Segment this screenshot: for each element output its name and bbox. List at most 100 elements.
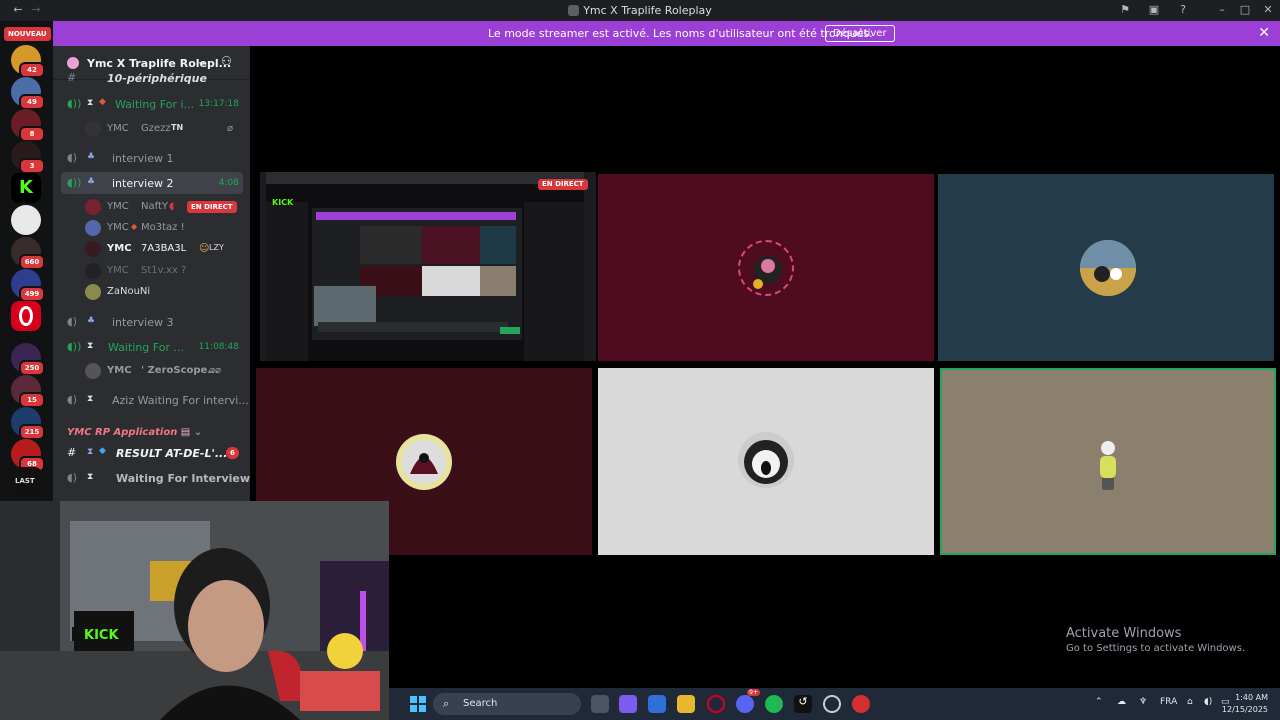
voice-member[interactable]: ZaNouNi: [83, 282, 243, 302]
chevron-up-icon[interactable]: ⌃: [1095, 697, 1103, 707]
mention-badge: 250: [19, 360, 45, 376]
minimize-icon[interactable]: –: [1214, 3, 1230, 17]
voice-member[interactable]: YMC St1v.xx ?: [83, 261, 243, 281]
avatar: [85, 284, 101, 300]
mention-badge: 215: [19, 424, 45, 440]
server-icon-3[interactable]: 8: [11, 109, 45, 142]
opera-gx-icon[interactable]: [707, 695, 725, 713]
opera-server-icon[interactable]: [11, 301, 41, 331]
invite-people-icon[interactable]: ⚇: [221, 54, 232, 68]
cloud-icon[interactable]: ☁: [1117, 697, 1126, 707]
server-icon-8[interactable]: 499: [11, 269, 45, 302]
voice-member[interactable]: YMC NaftY ◖ EN DIRECT: [83, 197, 243, 217]
video-tile-5-speaking[interactable]: [940, 368, 1276, 555]
channel-emoji-icon: ♣: [87, 177, 96, 187]
server-icon-last[interactable]: LAST: [11, 467, 41, 497]
avatar: [738, 432, 794, 488]
voice-member[interactable]: YMC Gzezz TN ⌀: [83, 119, 243, 139]
user-avatar-art: [744, 440, 788, 484]
maximize-icon[interactable]: □: [1237, 3, 1253, 17]
server-rail: NOUVEAU 42 49 8 3 K 660 499 250 15 215 6…: [0, 21, 53, 501]
task-view-icon[interactable]: [591, 695, 609, 713]
system-clock[interactable]: 1:40 AM 12/15/2025: [1222, 692, 1268, 716]
windows-start-icon[interactable]: [410, 696, 426, 712]
diamond-icon: ◆: [99, 97, 106, 107]
hourglass-icon: ⧗: [87, 98, 94, 108]
channel-emoji-icon: ♣: [87, 316, 96, 326]
hourglass-icon: ⧗: [87, 472, 94, 482]
screen-share-tile[interactable]: KICK EN DIRECT: [260, 172, 596, 361]
user-avatar-art: [1100, 441, 1116, 490]
server-icon-13[interactable]: 68: [11, 439, 45, 472]
voice-channel-icon: ◖): [67, 315, 78, 328]
windows-taskbar: ⌕ Search 9+ ↺ ⌃ ☁ ♆ FRA ⌂ ◖) ▭ 1:40 AM 1…: [389, 688, 1280, 720]
microphone-icon[interactable]: ♆: [1139, 697, 1147, 707]
server-icon-10[interactable]: 250: [11, 343, 45, 376]
flag-icon[interactable]: ⚑: [1117, 3, 1133, 17]
live-badge: EN DIRECT: [187, 201, 237, 213]
file-explorer-icon[interactable]: [677, 695, 695, 713]
opera-icon: [19, 306, 33, 326]
inbox-icon[interactable]: ▣: [1146, 3, 1162, 17]
channel-waiting-for-2[interactable]: ◖)) ⧗ Waiting For ... 11:08:48: [61, 336, 243, 358]
chevron-down-icon[interactable]: ⌄: [197, 55, 206, 68]
discord-icon[interactable]: 9+: [736, 689, 760, 713]
video-tile-1[interactable]: [598, 174, 934, 361]
category-header[interactable]: YMC RP Application ▤ ⌄: [67, 427, 202, 438]
server-icon-2[interactable]: 49: [11, 77, 45, 110]
mention-badge: 3: [19, 158, 45, 174]
avatar: [85, 199, 101, 215]
channel-waiting-for-interview[interactable]: ◖) ⧗ Waiting For Interview: [61, 467, 250, 489]
copilot-icon[interactable]: [619, 695, 637, 713]
volume-icon[interactable]: ◖): [1204, 697, 1212, 707]
channel-aziz-waiting[interactable]: ◖) ⧗ Aziz Waiting For intervi...: [61, 389, 249, 411]
kick-k-icon: K: [19, 177, 33, 198]
deafened-icon: ⌀: [227, 123, 234, 134]
hourglass-icon: ⧗: [87, 394, 94, 404]
server-icon-1[interactable]: 42: [11, 45, 45, 78]
voice-member[interactable]: YMC 7A3BA3L ☺ LZY: [83, 239, 243, 259]
video-tile-4[interactable]: [598, 368, 934, 555]
lang-indicator[interactable]: FRA: [1160, 697, 1177, 707]
server-icon-11[interactable]: 15: [11, 375, 45, 408]
app-icon[interactable]: ↺: [794, 695, 812, 713]
server-icon-6[interactable]: [11, 205, 41, 235]
channel-waiting-for-1[interactable]: ◖)) ⧗ ◆ Waiting For i... 13:17:18: [61, 93, 243, 115]
channel-interview-3[interactable]: ◖) ♣ interview 3: [61, 311, 243, 333]
server-icon-4[interactable]: 3: [11, 141, 45, 174]
server-icon-12[interactable]: 215: [11, 407, 45, 440]
channel-result[interactable]: # ⧗ ◆ RESULT AT-DE-L'... 6: [61, 442, 243, 464]
channel-interview-2[interactable]: ◖)) ♣ interview 2 4:08: [61, 172, 243, 194]
close-icon[interactable]: ✕: [1260, 3, 1276, 17]
channel-peripherique[interactable]: # 10-périphérique: [61, 71, 243, 85]
kick-sign: KICK: [84, 628, 119, 643]
server-icon-7[interactable]: 660: [11, 237, 45, 270]
app-icon-red[interactable]: [852, 695, 870, 713]
kick-server-icon[interactable]: K: [11, 173, 41, 203]
user-avatar-art: [753, 256, 782, 289]
spotify-icon[interactable]: [765, 695, 783, 713]
mention-badge: 499: [19, 286, 45, 302]
store-icon[interactable]: [648, 695, 666, 713]
avatar: [85, 121, 101, 137]
taskbar-search[interactable]: ⌕ Search: [433, 693, 581, 715]
voice-member[interactable]: YMC ' ZeroScope... ⌀⌀: [83, 361, 243, 381]
network-icon[interactable]: ⌂: [1187, 697, 1193, 707]
call-timer: 4:08: [218, 178, 239, 188]
hourglass-icon: ⧗: [87, 447, 94, 457]
disable-streamer-button[interactable]: Désactiver: [825, 25, 895, 42]
streamer-mode-banner: Le mode streamer est activé. Les noms d'…: [53, 21, 1280, 46]
close-banner-icon[interactable]: ✕: [1258, 25, 1270, 41]
channel-interview-1[interactable]: ◖) ♣ interview 1: [61, 147, 243, 169]
screen-share-preview: [266, 172, 584, 361]
last-label: LAST: [15, 477, 35, 485]
voice-member[interactable]: YMC ◆ Mo3taz !: [83, 218, 243, 238]
avatar: [85, 241, 101, 257]
video-tile-2[interactable]: [938, 174, 1274, 361]
help-icon[interactable]: ?: [1175, 3, 1191, 17]
document-icon: ▤: [180, 427, 191, 438]
steam-icon[interactable]: [823, 695, 841, 713]
stage-voice-icon: ◖)): [67, 97, 82, 110]
mention-badge: 15: [19, 392, 45, 408]
voice-channel-icon: ◖): [67, 471, 78, 484]
